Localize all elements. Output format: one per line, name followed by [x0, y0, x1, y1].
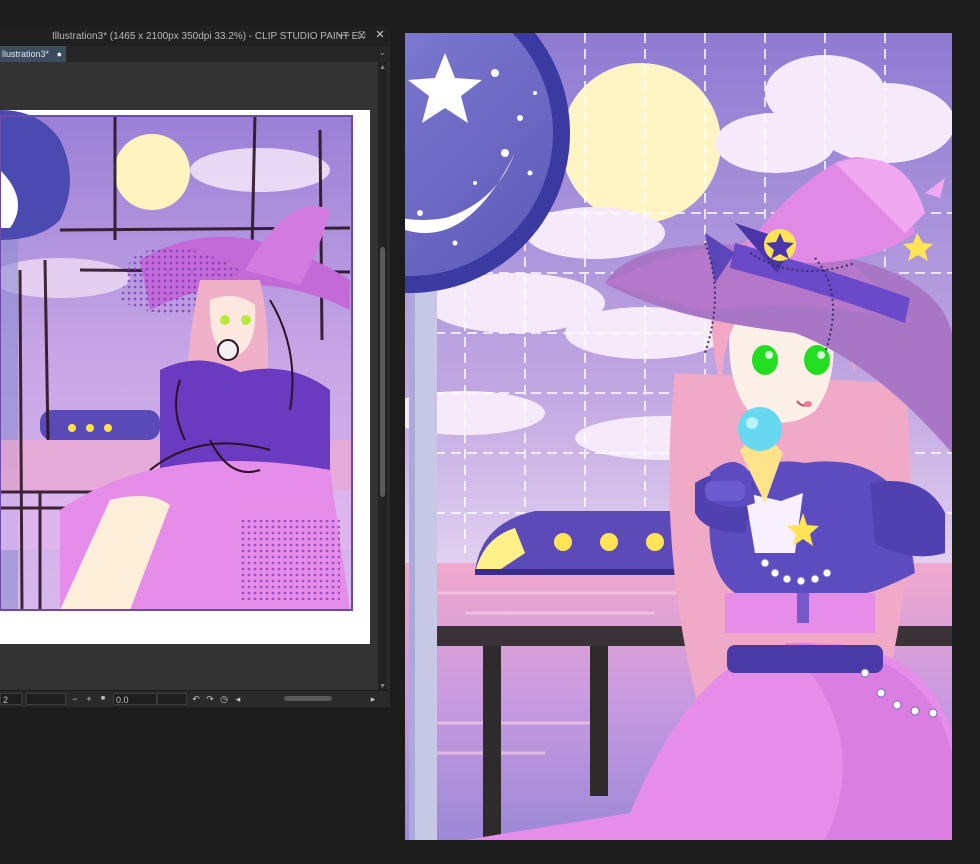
- document-tab-label: llustration3*: [2, 49, 50, 59]
- finished-illustration: [405, 33, 952, 840]
- rotate-left-icon[interactable]: ↶: [191, 693, 201, 705]
- fit-view-icon[interactable]: ■: [98, 693, 108, 705]
- scroll-up-icon[interactable]: ▲: [379, 64, 386, 71]
- zoom-slider[interactable]: [26, 693, 66, 705]
- zoom-out-icon[interactable]: −: [70, 693, 80, 705]
- vertical-scrollbar[interactable]: ▲ ▼: [378, 62, 387, 692]
- scroll-right-icon[interactable]: ▸: [368, 693, 378, 705]
- close-icon[interactable]: ✕: [374, 28, 386, 42]
- window-title: Illustration3* (1465 x 2100px 350dpi 33.…: [52, 31, 365, 42]
- scroll-down-icon[interactable]: ▼: [379, 683, 386, 690]
- witch-illustration: [405, 33, 952, 840]
- reset-rotation-icon[interactable]: ◷: [219, 693, 229, 705]
- horizontal-scroll-thumb[interactable]: [284, 696, 332, 701]
- vertical-scroll-thumb[interactable]: [380, 247, 385, 497]
- zoom-field[interactable]: 2: [0, 693, 22, 705]
- modified-dot-icon: ●: [56, 49, 62, 59]
- rotation-slider[interactable]: [157, 693, 187, 705]
- window-controls: — □ ✕: [338, 28, 386, 42]
- canvas-area[interactable]: [0, 62, 378, 692]
- status-bar: 2 − + ■ 0.0 ↶ ↷ ◷ ◂ ▸: [0, 690, 390, 707]
- rotate-right-icon[interactable]: ↷: [205, 693, 215, 705]
- rotation-field[interactable]: 0.0: [113, 693, 157, 705]
- document-tab[interactable]: llustration3* ●: [0, 46, 66, 62]
- title-bar: Illustration3* (1465 x 2100px 350dpi 33.…: [0, 26, 390, 46]
- chevron-down-icon[interactable]: ⌄: [378, 47, 386, 58]
- zoom-in-icon[interactable]: +: [84, 693, 94, 705]
- minimize-icon[interactable]: —: [338, 28, 350, 42]
- canvas-paper[interactable]: [0, 110, 370, 644]
- document-tab-strip: llustration3* ● ⌄: [0, 46, 390, 62]
- maximize-icon[interactable]: □: [356, 28, 368, 42]
- scroll-left-icon[interactable]: ◂: [233, 693, 243, 705]
- csp-window: Illustration3* (1465 x 2100px 350dpi 33.…: [0, 26, 390, 707]
- rough-sketch-artwork: [0, 110, 353, 611]
